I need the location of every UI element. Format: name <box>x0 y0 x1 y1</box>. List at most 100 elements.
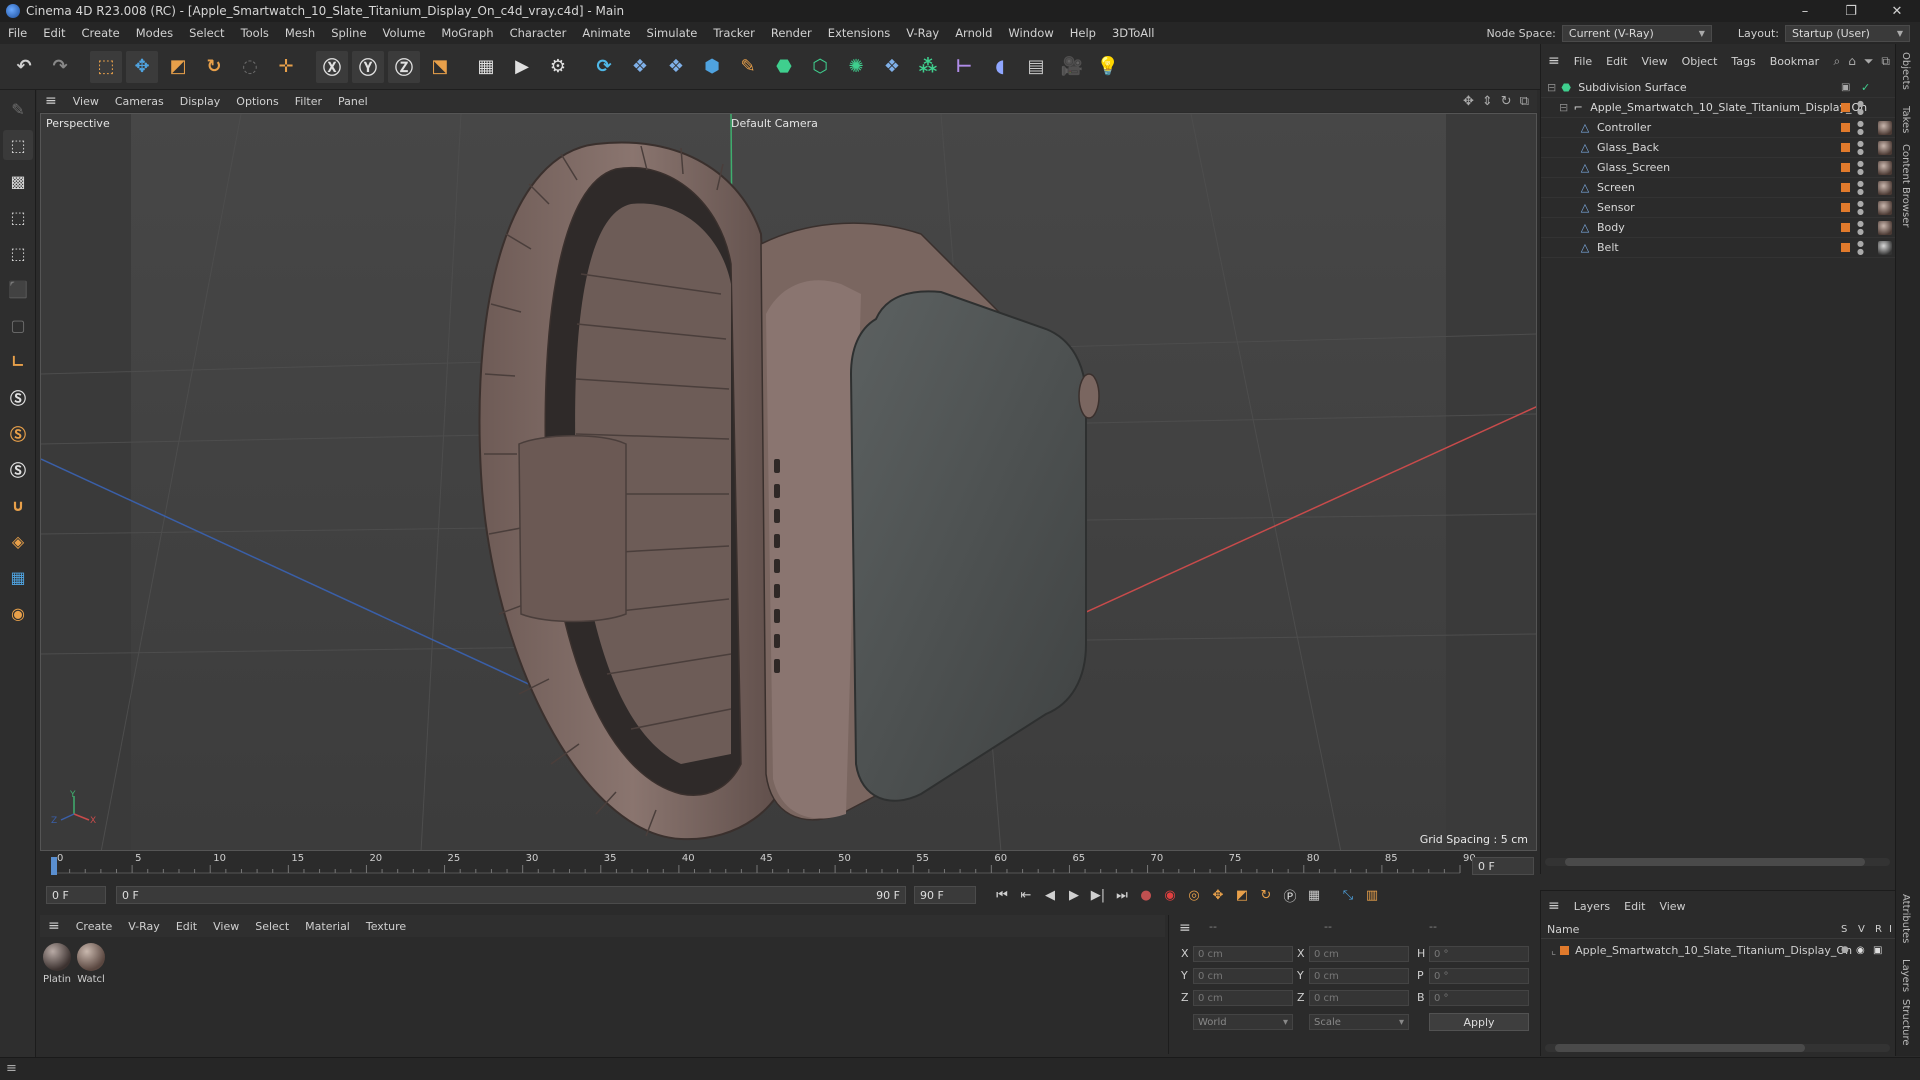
viewport-menu-display[interactable]: Display <box>172 95 229 108</box>
python-script-icon[interactable]: ❖ <box>660 51 692 83</box>
material-menu-view[interactable]: View <box>205 920 247 933</box>
material-tag-icon[interactable] <box>1878 121 1892 135</box>
menu-simulate[interactable]: Simulate <box>639 26 706 40</box>
go-to-start-icon[interactable]: ⏮ <box>990 884 1014 906</box>
menu-render[interactable]: Render <box>763 26 820 40</box>
light-icon[interactable]: 💡 <box>1092 51 1124 83</box>
viewport-menu-panel[interactable]: Panel <box>330 95 376 108</box>
material-swatch[interactable]: Platin <box>42 943 72 985</box>
menu-tools[interactable]: Tools <box>233 26 277 40</box>
start-frame-field[interactable]: 0 F <box>46 886 106 904</box>
timeline-window-icon[interactable]: ▥ <box>1360 884 1384 906</box>
menu-create[interactable]: Create <box>74 26 128 40</box>
menu-mograph[interactable]: MoGraph <box>433 26 501 40</box>
material-menu-vray[interactable]: V-Ray <box>120 920 168 933</box>
timeline-ruler[interactable]: 0 5 10 15 20 25 30 35 40 45 50 55 60 65 70 75 80 85 90 0 F <box>40 853 1537 879</box>
home-icon[interactable]: ⌂ <box>1848 54 1856 69</box>
uv-mode-icon[interactable]: ▢ <box>3 310 33 340</box>
material-tag-icon[interactable] <box>1878 181 1892 195</box>
position-y-field[interactable]: 0 cm <box>1193 968 1293 984</box>
visibility-dots-icon[interactable]: ● ● <box>1857 100 1864 116</box>
material-menu-texture[interactable]: Texture <box>358 920 414 933</box>
menu-arnold[interactable]: Arnold <box>947 26 1000 40</box>
hamburger-icon[interactable]: ≡ <box>1541 898 1567 914</box>
autokey-icon[interactable]: ◉ <box>1158 884 1182 906</box>
timeline-current-field[interactable]: 0 F <box>1472 857 1534 875</box>
snap-s-icon[interactable]: Ⓢ <box>3 382 33 412</box>
points-mode-icon[interactable]: ⬚ <box>3 202 33 232</box>
objects-menu-edit[interactable]: Edit <box>1599 55 1634 68</box>
tab-structure[interactable]: Structure <box>1900 999 1911 1046</box>
object-row-body[interactable]: △ Body ● ● <box>1541 218 1896 238</box>
viewport-perspective[interactable]: Perspective Default Camera Y X Z Grid Sp… <box>40 113 1537 851</box>
collapse-icon[interactable]: ⊟ <box>1559 101 1568 114</box>
material-tag-icon[interactable] <box>1878 221 1892 235</box>
collapse-icon[interactable]: ⊟ <box>1547 81 1556 94</box>
horizontal-scrollbar[interactable] <box>1545 858 1890 866</box>
apply-button[interactable]: Apply <box>1429 1013 1529 1031</box>
python-generator-icon[interactable]: ❖ <box>876 51 908 83</box>
viewport-menu-options[interactable]: Options <box>228 95 286 108</box>
material-menu-material[interactable]: Material <box>297 920 358 933</box>
z-axis-lock-icon[interactable]: Ⓩ <box>388 50 420 83</box>
previous-key-icon[interactable]: ⇤ <box>1014 884 1038 906</box>
layout-dropdown[interactable]: Startup (User) ▼ <box>1785 24 1910 42</box>
layer-row[interactable]: ⌞ Apple_Smartwatch_10_Slate_Titanium_Dis… <box>1541 941 1896 959</box>
rotate-icon[interactable]: ↻ <box>198 51 230 83</box>
position-x-field[interactable]: 0 cm <box>1193 946 1293 962</box>
maximize-view-icon[interactable]: ⧉ <box>1520 94 1529 109</box>
material-tag-icon[interactable] <box>1878 161 1892 175</box>
coord-mode-dropdown[interactable]: Scale ▾ <box>1309 1014 1409 1030</box>
play-icon[interactable]: ▶ <box>1062 884 1086 906</box>
object-row-screen[interactable]: △ Screen ● ● <box>1541 178 1896 198</box>
keyframe-selection-icon[interactable]: ◎ <box>1182 884 1206 906</box>
material-menu-select[interactable]: Select <box>247 920 297 933</box>
solo-dot-icon[interactable]: ● <box>1841 945 1849 955</box>
tab-content-browser[interactable]: Content Browser <box>1900 144 1911 227</box>
objects-menu-tags[interactable]: Tags <box>1724 55 1762 68</box>
magnet-icon[interactable]: ∪ <box>3 490 33 520</box>
maximize-button[interactable]: ❐ <box>1828 4 1874 19</box>
render-toggle-icon[interactable]: ▣ <box>1873 945 1882 956</box>
menu-modes[interactable]: Modes <box>128 26 181 40</box>
hamburger-icon[interactable]: ≡ <box>6 1061 17 1076</box>
vray-icon[interactable]: ⟳ <box>588 51 620 83</box>
make-editable-icon[interactable]: ✎ <box>3 94 33 124</box>
field-icon[interactable]: ⊢ <box>948 51 980 83</box>
subdivision-icon[interactable]: ⬣ <box>768 51 800 83</box>
camera-icon[interactable]: 🎥 <box>1056 51 1088 83</box>
position-z-field[interactable]: 0 cm <box>1193 990 1293 1006</box>
visibility-dots-icon[interactable]: ● ● <box>1857 180 1864 196</box>
cube-icon[interactable]: ⬢ <box>696 51 728 83</box>
material-swatch[interactable]: Watcl <box>76 943 106 985</box>
step-forward-icon[interactable]: ▶| <box>1086 884 1110 906</box>
scale-icon[interactable]: ◩ <box>162 51 194 83</box>
menu-mesh[interactable]: Mesh <box>277 26 323 40</box>
redo-icon[interactable]: ↷ <box>44 51 76 83</box>
key-scale-icon[interactable]: ◩ <box>1230 884 1254 906</box>
render-region-icon[interactable]: ▦ <box>470 51 502 83</box>
x-axis-lock-icon[interactable]: Ⓧ <box>316 50 348 83</box>
coord-space-dropdown[interactable]: World ▾ <box>1193 1014 1293 1030</box>
deformer-icon[interactable]: ⁂ <box>912 51 944 83</box>
visibility-dots-icon[interactable]: ● ● <box>1857 120 1864 136</box>
menu-character[interactable]: Character <box>502 26 575 40</box>
search-icon[interactable]: ⌕ <box>1833 54 1840 69</box>
menu-help[interactable]: Help <box>1062 26 1104 40</box>
python-icon[interactable]: ❖ <box>624 51 656 83</box>
tab-attributes[interactable]: Attributes <box>1900 894 1911 943</box>
axis-mode-icon[interactable]: ∟ <box>3 346 33 376</box>
checkmark-icon[interactable]: ✓ <box>1861 81 1870 94</box>
size-x-field[interactable]: 0 cm <box>1309 946 1409 962</box>
layers-menu-edit[interactable]: Edit <box>1617 900 1652 913</box>
object-row-glass-screen[interactable]: △ Glass_Screen ● ● <box>1541 158 1896 178</box>
motion-mode-icon[interactable]: ⤡ <box>1336 884 1360 906</box>
tab-takes[interactable]: Takes <box>1900 106 1911 133</box>
new-window-icon[interactable]: ⧉ <box>1881 54 1890 69</box>
rotation-p-field[interactable]: 0 ° <box>1429 968 1529 984</box>
horizontal-scrollbar[interactable] <box>1545 1044 1890 1052</box>
material-tag-icon[interactable] <box>1878 241 1892 255</box>
locked-workplane-icon[interactable]: ◉ <box>3 598 33 628</box>
material-menu-create[interactable]: Create <box>68 920 121 933</box>
floor-icon[interactable]: ▤ <box>1020 51 1052 83</box>
